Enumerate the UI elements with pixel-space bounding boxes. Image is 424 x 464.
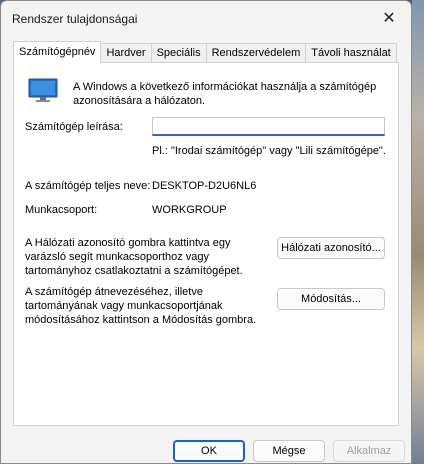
tab-strip: Számítógépnév Hardver Speciális Rendszer…	[13, 41, 397, 63]
tab-panel: A Windows a következő információkat hasz…	[13, 62, 399, 426]
monitor-icon	[28, 78, 58, 102]
tab-remote[interactable]: Távoli használat	[305, 43, 397, 63]
description-hint: Pl.: "Irodai számítógép" vagy "Lili szám…	[152, 145, 386, 157]
change-button[interactable]: Módosítás...	[277, 288, 385, 310]
full-name-value: DESKTOP-D2U6NL6	[152, 180, 257, 192]
intro-text: A Windows a következő információkat hasz…	[73, 81, 377, 107]
description-input[interactable]	[152, 117, 385, 136]
apply-button[interactable]: Alkalmaz	[333, 440, 405, 462]
desktop-background-right	[412, 0, 424, 464]
rename-text: A számítógép átnevezéséhez, illetve tart…	[25, 286, 257, 326]
network-id-button[interactable]: Hálózati azonosító...	[277, 237, 385, 259]
full-name-label: A számítógép teljes neve:	[25, 180, 151, 192]
tab-computer-name[interactable]: Számítógépnév	[13, 41, 102, 63]
title-bar[interactable]: Rendszer tulajdonságai ✕	[1, 1, 411, 35]
network-id-text: A Hálózati azonosító gombra kattintva eg…	[25, 237, 243, 277]
system-properties-dialog: Rendszer tulajdonságai ✕ Számítógépnév H…	[0, 0, 412, 464]
close-icon[interactable]: ✕	[367, 1, 411, 35]
tab-system-protection[interactable]: Rendszervédelem	[205, 43, 307, 63]
description-label: Számítógép leírása:	[25, 121, 123, 133]
tab-advanced[interactable]: Speciális	[150, 43, 207, 63]
cancel-button[interactable]: Mégse	[253, 440, 325, 462]
ok-button[interactable]: OK	[173, 440, 245, 462]
tab-hardware[interactable]: Hardver	[100, 43, 152, 63]
workgroup-label: Munkacsoport:	[25, 204, 98, 216]
window-title: Rendszer tulajdonságai	[12, 12, 138, 26]
workgroup-value: WORKGROUP	[152, 204, 227, 216]
